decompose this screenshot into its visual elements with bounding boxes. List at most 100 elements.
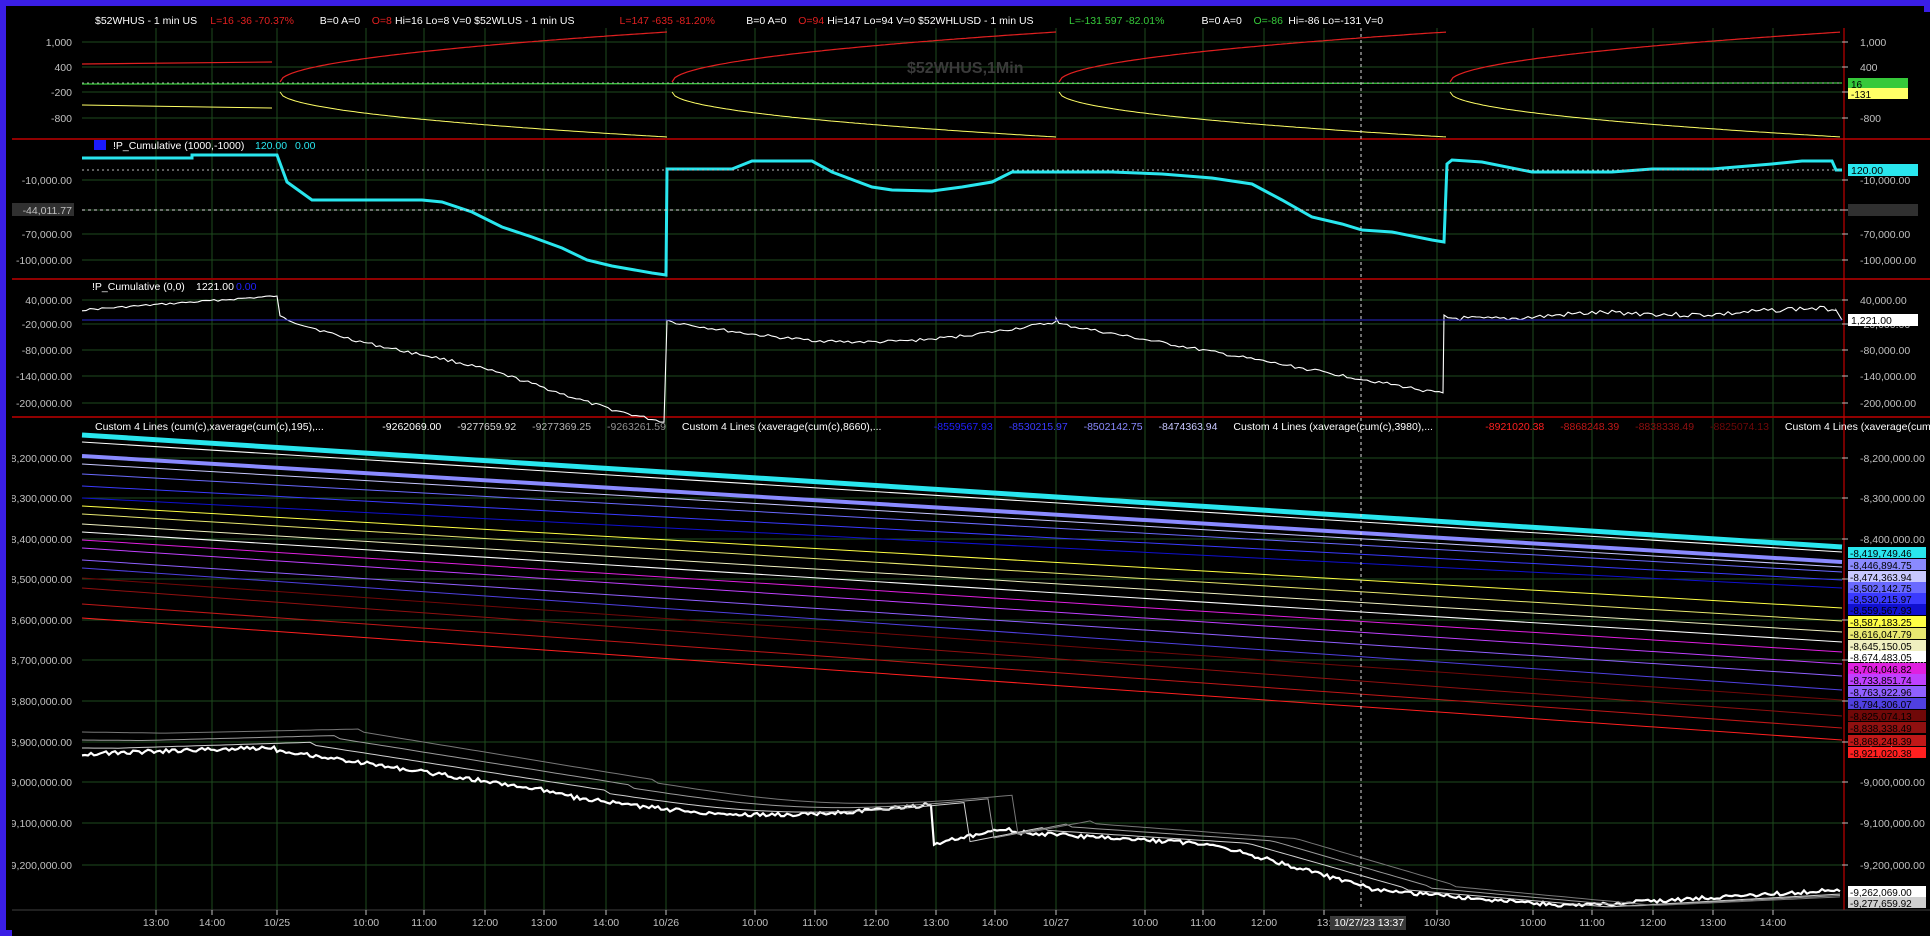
series-value-label: -8,674,483.05 — [1850, 653, 1912, 664]
header-segment: B=0 A=0 — [746, 15, 786, 27]
last-value-label: -131 — [1851, 90, 1871, 101]
panel3-legend-value-2: 0.00 — [236, 281, 257, 293]
header-segment: Hi=147 Lo=94 V=0 $52WHLUSD - 1 min US — [827, 15, 1033, 27]
y-tick-label-right: -8,400,000.00 — [1860, 534, 1925, 546]
header-segment: L=-131 597 -82.01% — [1069, 15, 1164, 27]
y-tick-label-left: -8,500,000.00 — [12, 574, 72, 586]
series-value-label: -8,825,074.13 — [1850, 712, 1912, 723]
last-value-label: 120.00 — [1851, 165, 1883, 177]
y-tick-label-left: -80,000.00 — [22, 345, 72, 357]
x-tick-label: 14:00 — [1760, 917, 1786, 929]
y-tick-label-left: -9,100,000.00 — [12, 818, 72, 830]
legend-entry: -8474363.94 — [1159, 421, 1218, 433]
x-tick-label: 10:00 — [1520, 917, 1546, 929]
y-tick-label-right: -800 — [1860, 113, 1881, 125]
y-tick-label-right: -8,200,000.00 — [1860, 453, 1925, 465]
legend-entry: -8868248.39 — [1560, 421, 1619, 433]
y-tick-label-left: 400 — [54, 62, 72, 74]
chart-watermark: $52WHUS,1Min — [907, 60, 1023, 77]
panel2-legend-value-1: 120.00 — [255, 140, 287, 152]
price-chart[interactable]: $52WHUS,1Min 1,0001,000400400-200-200-80… — [12, 12, 1930, 936]
cursor-value-box — [1848, 204, 1918, 216]
x-tick-label: 11:00 — [802, 917, 828, 929]
y-tick-label-left: -8,900,000.00 — [12, 737, 72, 749]
legend-entry: Custom 4 Lines (xaverage(cum(c),3980),..… — [1233, 421, 1433, 433]
panel3-legend-name: !P_Cumulative (0,0) — [92, 281, 185, 293]
chart-window-frame: $52WHUS,1Min 1,0001,000400400-200-200-80… — [0, 0, 1930, 936]
header-segment: O=-86 — [1254, 15, 1284, 27]
panel1-right-labels: 16-131 — [1848, 78, 1908, 101]
y-tick-label-left: -200,000.00 — [16, 398, 72, 410]
header-segment: B=0 A=0 — [320, 15, 360, 27]
y-tick-label-right: -9,000,000.00 — [1860, 777, 1925, 789]
y-tick-label-right: -8,300,000.00 — [1860, 493, 1925, 505]
panel3-right-labels: 1,221.00 — [1848, 314, 1918, 327]
y-tick-label-left: -8,200,000.00 — [12, 453, 72, 465]
y-tick-label-right: -100,000.00 — [1860, 255, 1916, 267]
y-tick-label-right: 40,000.00 — [1860, 295, 1907, 307]
x-tick-label: 10/25 — [264, 917, 290, 929]
y-tick-label-left: 40,000.00 — [25, 295, 72, 307]
x-tick-label: 13: — [1317, 917, 1332, 929]
y-tick-label-right: -200,000.00 — [1860, 398, 1916, 410]
x-tick-label: 10:00 — [353, 917, 379, 929]
legend-entry: -8502142.75 — [1084, 421, 1143, 433]
y-tick-label-left: -9,200,000.00 — [12, 860, 72, 872]
x-tick-label: 12:00 — [863, 917, 889, 929]
series-value-label: -8,559,567.93 — [1850, 606, 1912, 617]
x-tick-label: 13:00 — [143, 917, 169, 929]
y-tick-label-left: -8,800,000.00 — [12, 696, 72, 708]
header-segment: O=8 — [372, 15, 392, 27]
y-tick-label-left: -9,000,000.00 — [12, 777, 72, 789]
header-segment: Hi=16 Lo=8 V=0 $52WLUS - 1 min US — [395, 15, 574, 27]
y-tick-label-right: -70,000.00 — [1860, 229, 1910, 241]
series-value-label: -8,838,338.49 — [1850, 724, 1912, 735]
series-value-label: -8,587,183.25 — [1850, 618, 1912, 629]
series-value-label: -8,616,047.79 — [1850, 630, 1912, 641]
series-value-label: -8,794,306.07 — [1850, 700, 1912, 711]
x-tick-label: 10/27 — [1043, 917, 1069, 929]
x-tick-label: 12:00 — [1251, 917, 1277, 929]
legend-entry: Custom 4 Lines (cum(c),xaverage(cum(c),1… — [95, 421, 324, 433]
panel2-legend-name: !P_Cumulative (1000,-1000) — [113, 140, 244, 152]
y-tick-label-left: -70,000.00 — [22, 229, 72, 241]
y-tick-label-left: -20,000.00 — [22, 319, 72, 331]
legend-entry: -9277659.92 — [457, 421, 516, 433]
header-segment: Hi=-86 Lo=-131 V=0 — [1288, 15, 1383, 27]
y-tick-label-right: -9,100,000.00 — [1860, 818, 1925, 830]
cursor-time-label: 10/27/23 13:37 — [1334, 917, 1404, 929]
legend-entry: -8838338.49 — [1635, 421, 1694, 433]
panel2-legend-value-2: 0.00 — [295, 140, 316, 152]
last-value-label: 1,221.00 — [1851, 315, 1892, 327]
x-tick-label: 13:00 — [923, 917, 949, 929]
x-tick-label: 14:00 — [593, 917, 619, 929]
x-tick-label: 10/26 — [653, 917, 679, 929]
header-segment: O=94 — [798, 15, 824, 27]
x-tick-label: 11:00 — [411, 917, 437, 929]
legend-entry: Custom 4 Lines (xaverage(cum(c),5540),..… — [1785, 421, 1930, 433]
x-tick-label: 13:00 — [531, 917, 557, 929]
y-tick-label-left: -100,000.00 — [16, 255, 72, 267]
x-tick-label: 10:00 — [742, 917, 768, 929]
x-tick-label: 13:00 — [1700, 917, 1726, 929]
legend-entry: -9263261.59 — [607, 421, 666, 433]
header-segment: $52WHUS - 1 min US — [95, 15, 197, 27]
legend-entry: -8825074.13 — [1710, 421, 1769, 433]
x-tick-label: 14:00 — [982, 917, 1008, 929]
y-tick-label-right: -140,000.00 — [1860, 371, 1916, 383]
y-tick-label-right: 1,000 — [1860, 37, 1886, 49]
series-value-label: -8,868,248.39 — [1850, 737, 1912, 748]
series-value-label: -9,277,659.92 — [1850, 899, 1912, 910]
x-tick-label: 11:00 — [1190, 917, 1216, 929]
series-value-label: -8,446,894.75 — [1850, 561, 1912, 572]
legend-color-swatch — [94, 140, 106, 150]
y-tick-label-left: -8,300,000.00 — [12, 493, 72, 505]
legend-entry: Custom 4 Lines (xaverage(cum(c),8660),..… — [682, 421, 882, 433]
y-tick-label-left: -8,700,000.00 — [12, 655, 72, 667]
x-tick-label: 10/30 — [1424, 917, 1450, 929]
series-value-label: -8,733,851.74 — [1850, 676, 1912, 687]
y-tick-label-left: -8,600,000.00 — [12, 615, 72, 627]
header-segment: B=0 A=0 — [1202, 15, 1242, 27]
legend-entry: -8921020.38 — [1485, 421, 1544, 433]
legend-entry: -9262069.00 — [382, 421, 441, 433]
